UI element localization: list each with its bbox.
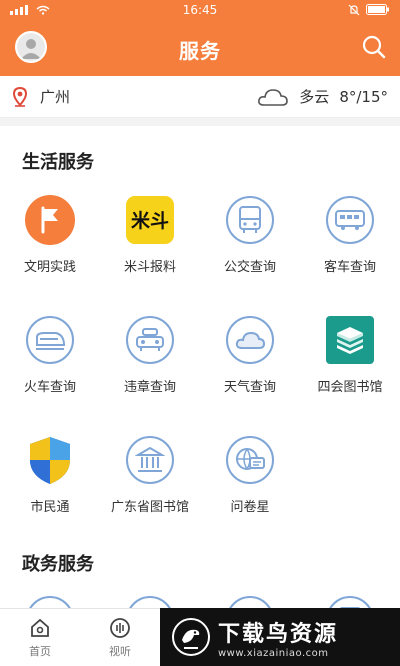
watermark-url: www.xiazainiao.com: [218, 647, 329, 659]
service-label: 火车查询: [23, 380, 76, 395]
flag-icon: [25, 195, 75, 245]
header: 16:45 服务: [0, 0, 400, 76]
service-sihui-library[interactable]: 四会图书馆: [300, 306, 400, 426]
home-icon: [31, 618, 49, 637]
midou-icon: 米斗: [126, 196, 174, 244]
status-time: 16:45: [182, 3, 218, 17]
service-label: 市民通: [30, 500, 70, 515]
service-violation[interactable]: 违章查询: [100, 306, 200, 426]
car-icon: [136, 328, 164, 351]
service-shimintong[interactable]: 市民通: [0, 426, 100, 546]
search-button[interactable]: [361, 34, 387, 60]
service-label: 公交查询: [223, 260, 276, 275]
bus-icon: [239, 206, 261, 233]
service-bus[interactable]: 公交查询: [200, 186, 300, 306]
service-guangdong-library[interactable]: 广东省图书馆: [100, 426, 200, 546]
service-label: 问卷星: [230, 500, 270, 515]
books-icon: [326, 316, 374, 364]
service-label: 广东省图书馆: [110, 500, 189, 515]
service-label: 天气查询: [223, 380, 276, 395]
section-divider: [0, 118, 400, 126]
audio-icon: [110, 618, 130, 638]
location-bar: 广州 多云 8°/15°: [0, 76, 400, 118]
coach-icon: [335, 210, 365, 230]
tab-label: 视听: [109, 645, 131, 658]
shield-icon: [30, 437, 70, 484]
service-label: 米斗报料: [123, 260, 176, 275]
city-name: 广州: [40, 88, 71, 106]
temperature-range: 8°/15°: [339, 87, 388, 106]
tab-label: 首页: [29, 645, 51, 658]
service-coach[interactable]: 客车查询: [300, 186, 400, 306]
service-wenjuanxing[interactable]: 问卷星: [200, 426, 300, 546]
service-label: 客车查询: [323, 260, 376, 275]
life-services-grid: 文明实践 米斗 米斗报料 公交查询 客车查询 火车查询 违章查询 天气查询 四会…: [0, 186, 400, 546]
avatar[interactable]: [15, 31, 47, 63]
app-bar: 服务: [0, 22, 400, 76]
service-wenming[interactable]: 文明实践: [0, 186, 100, 306]
svg-text:米斗: 米斗: [131, 209, 169, 232]
service-midou[interactable]: 米斗 米斗报料: [100, 186, 200, 306]
watermark-banner: 下载鸟资源 www.xiazainiao.com: [160, 608, 400, 666]
service-train[interactable]: 火车查询: [0, 306, 100, 426]
bird-logo-icon: [172, 618, 210, 656]
service-label: 四会图书馆: [317, 380, 383, 395]
search-icon: [362, 35, 386, 59]
library-icon: [135, 446, 165, 472]
section-title-gov: 政务服务: [22, 554, 94, 575]
tab-home[interactable]: 首页: [0, 609, 80, 666]
service-weather[interactable]: 天气查询: [200, 306, 300, 426]
service-label: 文明实践: [23, 260, 76, 275]
section-title-life: 生活服务: [22, 152, 94, 173]
cloud-weather-icon: [258, 88, 289, 106]
tab-media[interactable]: 视听: [80, 609, 160, 666]
location-pin-icon: [12, 86, 28, 107]
train-icon: [36, 332, 66, 350]
watermark-title: 下载鸟资源: [218, 621, 339, 647]
weather-condition: 多云: [299, 88, 330, 106]
weather-widget[interactable]: 多云 8°/15°: [257, 86, 388, 107]
city-selector[interactable]: 广州: [12, 86, 70, 107]
service-label: 违章查询: [123, 380, 176, 395]
globe-chat-icon: [236, 448, 265, 470]
status-bar: 16:45: [0, 0, 400, 22]
page-title: 服务: [179, 38, 221, 63]
cloud-icon: [235, 331, 266, 349]
